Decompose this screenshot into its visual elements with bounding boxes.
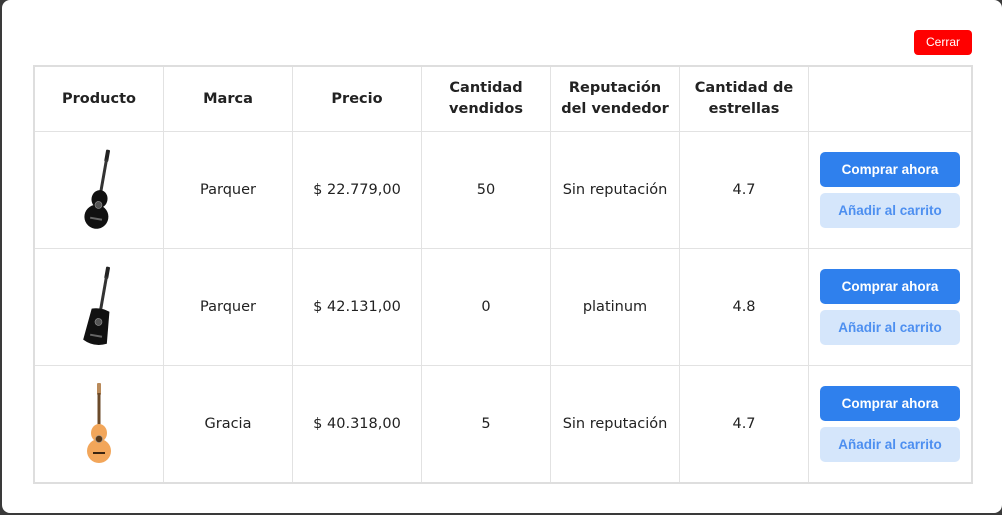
- header-text: Cantidad vendidos: [449, 80, 523, 117]
- header-producto: Producto: [33, 65, 164, 132]
- header-estrellas: Cantidad de estrellas: [679, 65, 809, 132]
- header-actions: [808, 65, 973, 132]
- table-row: Parquer $ 42.131,00 0 platinum 4.8 Compr…: [33, 248, 973, 366]
- guitar-image[interactable]: [35, 264, 163, 350]
- header-reputacion: Reputación del vendedor: [550, 65, 680, 132]
- actions-cell: Comprar ahora Añadir al carrito: [808, 131, 973, 249]
- product-image-cell: [33, 248, 164, 366]
- sold-cell: 50: [421, 131, 551, 249]
- table-row: Gracia $ 40.318,00 5 Sin reputación 4.7 …: [33, 365, 973, 484]
- add-to-cart-button[interactable]: Añadir al carrito: [820, 193, 960, 228]
- brand-cell: Parquer: [163, 131, 293, 249]
- table-header-row: Producto Marca Precio Cantidad vendidos …: [33, 65, 973, 132]
- guitar-image[interactable]: [35, 381, 163, 467]
- header-precio: Precio: [292, 65, 422, 132]
- products-table: Producto Marca Precio Cantidad vendidos …: [33, 65, 973, 484]
- sold-cell: 0: [421, 248, 551, 366]
- guitar-icon: [87, 383, 111, 463]
- reputation-cell: platinum: [550, 248, 680, 366]
- price-cell: $ 40.318,00: [292, 365, 422, 484]
- actions-cell: Comprar ahora Añadir al carrito: [808, 248, 973, 366]
- guitar-icon: [83, 266, 111, 345]
- header-cantidad-vendidos: Cantidad vendidos: [421, 65, 551, 132]
- guitar-icon: [84, 149, 111, 229]
- table-row: Parquer $ 22.779,00 50 Sin reputación 4.…: [33, 131, 973, 249]
- header-text: Reputación del vendedor: [561, 80, 669, 117]
- buy-now-button[interactable]: Comprar ahora: [820, 152, 960, 187]
- product-modal: Cerrar Producto Marca Precio Cantidad ve…: [2, 0, 1002, 513]
- product-image-cell: [33, 131, 164, 249]
- stars-cell: 4.7: [679, 131, 809, 249]
- reputation-cell: Sin reputación: [550, 131, 680, 249]
- header-text: Cantidad de estrellas: [694, 80, 794, 117]
- brand-cell: Parquer: [163, 248, 293, 366]
- product-image-cell: [33, 365, 164, 484]
- brand-cell: Gracia: [163, 365, 293, 484]
- guitar-image[interactable]: [35, 147, 163, 233]
- add-to-cart-button[interactable]: Añadir al carrito: [820, 310, 960, 345]
- buy-now-button[interactable]: Comprar ahora: [820, 269, 960, 304]
- sold-cell: 5: [421, 365, 551, 484]
- buy-now-button[interactable]: Comprar ahora: [820, 386, 960, 421]
- header-marca: Marca: [163, 65, 293, 132]
- price-cell: $ 42.131,00: [292, 248, 422, 366]
- stars-cell: 4.7: [679, 365, 809, 484]
- close-button[interactable]: Cerrar: [914, 30, 972, 55]
- reputation-cell: Sin reputación: [550, 365, 680, 484]
- price-cell: $ 22.779,00: [292, 131, 422, 249]
- stars-cell: 4.8: [679, 248, 809, 366]
- add-to-cart-button[interactable]: Añadir al carrito: [820, 427, 960, 462]
- actions-cell: Comprar ahora Añadir al carrito: [808, 365, 973, 484]
